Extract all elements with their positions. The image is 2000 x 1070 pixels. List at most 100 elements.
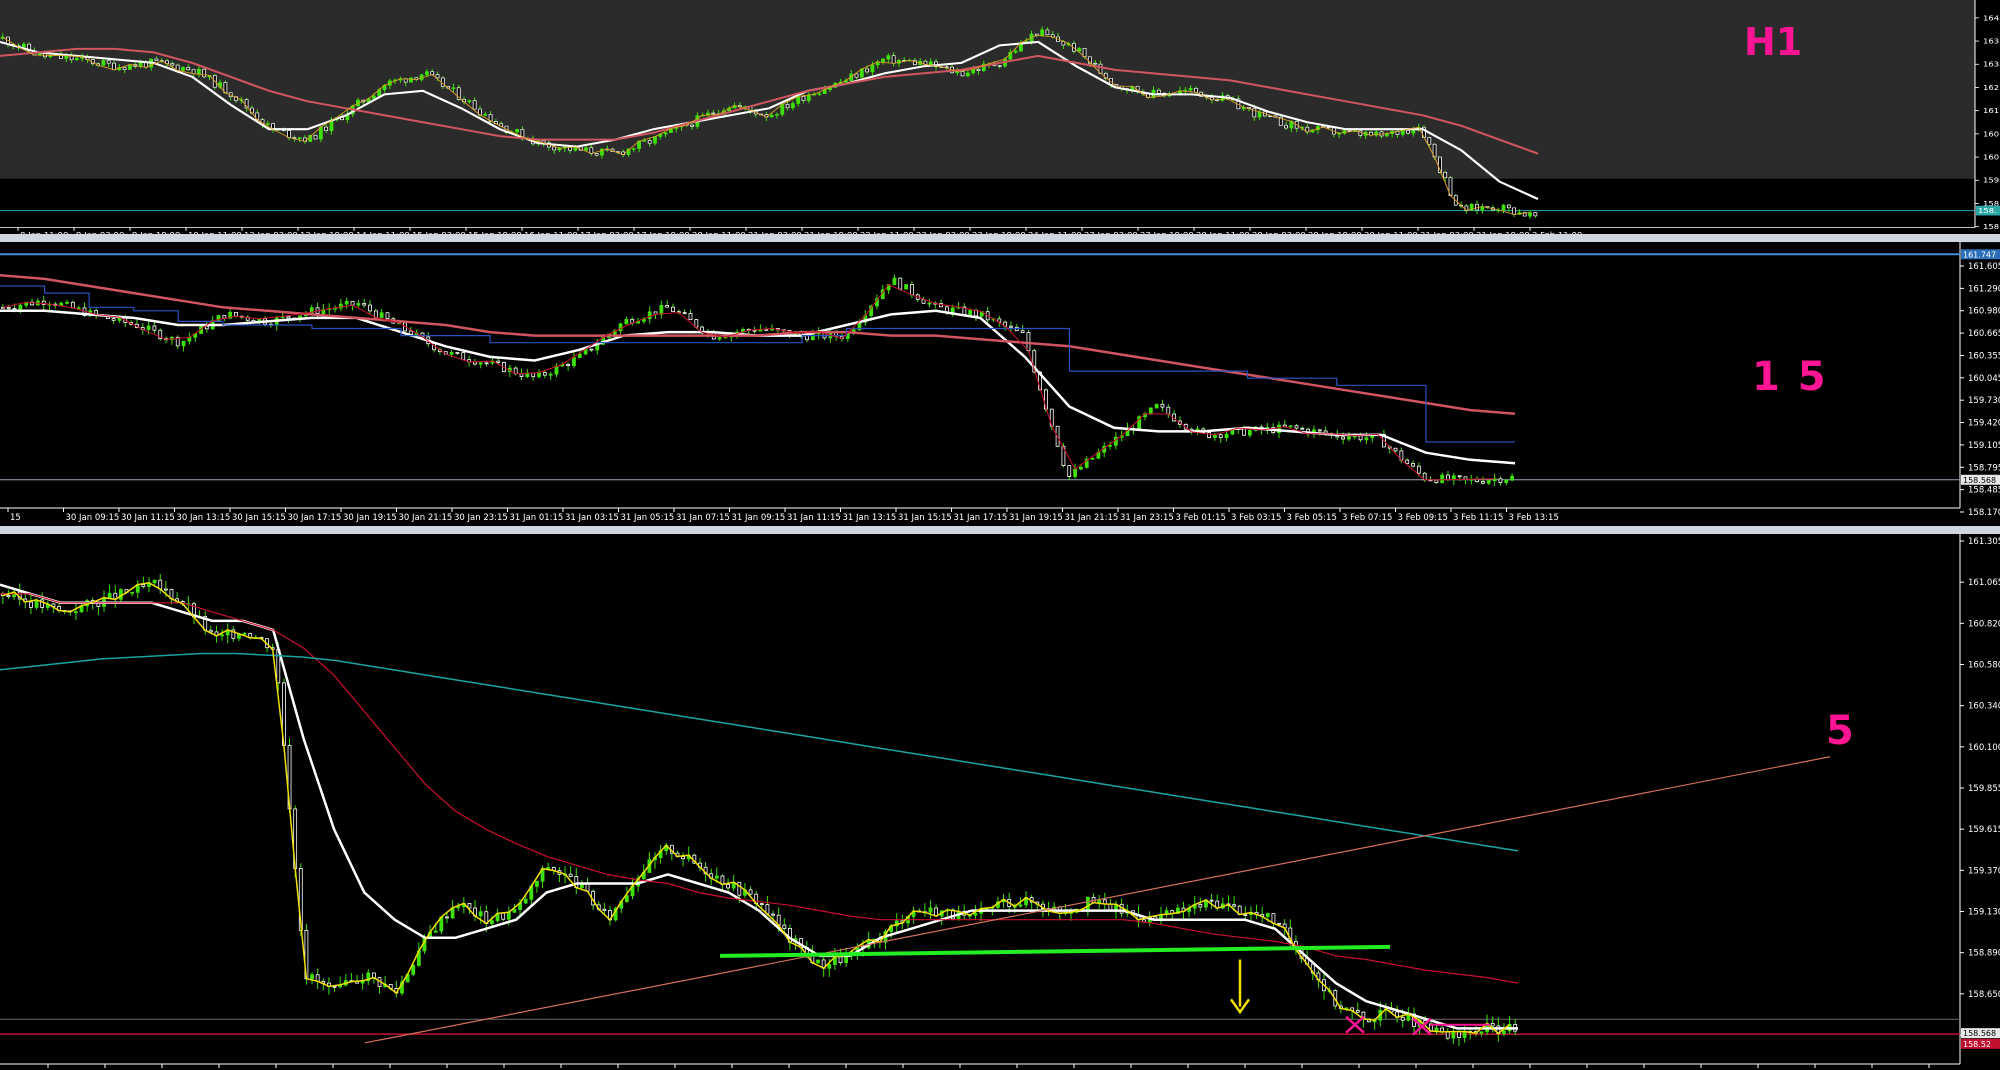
candle-bear bbox=[472, 100, 477, 110]
candle-bull bbox=[65, 301, 69, 304]
candle-bull bbox=[512, 909, 517, 913]
candle-bull bbox=[75, 57, 79, 61]
pane-separator[interactable] bbox=[0, 526, 2000, 534]
candle-bull bbox=[1040, 29, 1045, 36]
candle-bull bbox=[107, 592, 112, 599]
candle-bull bbox=[1411, 130, 1416, 134]
candle-bull bbox=[456, 906, 461, 909]
candle-bear bbox=[1400, 1016, 1405, 1021]
price-label: 160.980 bbox=[1968, 307, 2000, 317]
candle-bull bbox=[1486, 480, 1491, 484]
candle-bear bbox=[1207, 432, 1211, 438]
candle-bear bbox=[1512, 207, 1517, 215]
candle-bear bbox=[106, 60, 111, 64]
candle-bull bbox=[659, 305, 664, 315]
time-label: 3 Feb 07:15 bbox=[1342, 513, 1392, 523]
candle-bear bbox=[202, 68, 207, 78]
candle-bear bbox=[163, 588, 168, 591]
candle-bear bbox=[1481, 481, 1485, 484]
candle-bull bbox=[310, 974, 314, 980]
price-label: 161.305 bbox=[1968, 537, 2000, 547]
time-label: 30 Jan 15:15 bbox=[232, 513, 286, 523]
candle-bull bbox=[1479, 1031, 1484, 1034]
price-label: 159.130 bbox=[1968, 908, 2000, 918]
candle-bull bbox=[968, 309, 973, 316]
candle-bull bbox=[1108, 444, 1112, 447]
price-label: 160. bbox=[1983, 130, 2000, 138]
candle-bear bbox=[681, 856, 685, 860]
candle-bear bbox=[1446, 474, 1450, 481]
pane-separator[interactable] bbox=[0, 234, 2000, 242]
candle-bull bbox=[535, 880, 539, 887]
time-label: 3 Feb 13:15 bbox=[1509, 513, 1559, 523]
time-label: 31 Jan 07:15 bbox=[676, 513, 730, 523]
candle-bear bbox=[602, 908, 607, 911]
time-label: 3 Feb 03:15 bbox=[1231, 513, 1281, 523]
candle-bear bbox=[665, 305, 670, 308]
candle-bear bbox=[1067, 465, 1072, 477]
candle-bull bbox=[242, 633, 247, 635]
candle-bull bbox=[1462, 1031, 1467, 1038]
candle-bear bbox=[287, 130, 291, 138]
candle-bear bbox=[531, 372, 536, 378]
candle-bull bbox=[1510, 475, 1514, 481]
candle-bull bbox=[515, 129, 519, 133]
candle-bear bbox=[1194, 87, 1198, 93]
h1-chart-svg[interactable]: 164. 163. 163. 162. 161. 160. 160. 159. 158. 158.… bbox=[0, 0, 2000, 234]
m5-chart-pane[interactable]: 161.305 161.065 160.820 160.580 160.340 160.1… bbox=[0, 534, 2000, 1070]
candle-bear bbox=[435, 74, 440, 79]
candle-bear bbox=[496, 360, 501, 363]
candle-bear bbox=[6, 306, 11, 309]
candle-bear bbox=[111, 318, 116, 321]
candle-bull bbox=[714, 875, 719, 879]
current-price-tag-text: 158. bbox=[1978, 207, 1997, 215]
m15-chart-svg[interactable]: 161.605 161.290 160.980 160.665 160.355 160.0… bbox=[0, 242, 2000, 526]
candle-bear bbox=[368, 304, 372, 312]
candle-bull bbox=[624, 895, 629, 903]
price-label: 159. bbox=[1983, 176, 2000, 184]
candle-bull bbox=[816, 959, 820, 964]
candle-bear bbox=[688, 313, 693, 321]
candle-bull bbox=[181, 67, 185, 71]
candle-bear bbox=[332, 986, 337, 988]
candle-bull bbox=[965, 72, 970, 77]
candle-bull bbox=[101, 60, 106, 66]
h1-chart-pane[interactable]: 164. 163. 163. 162. 161. 160. 160. 159. 158. 158.… bbox=[0, 0, 2000, 234]
candle-bear bbox=[737, 881, 742, 896]
candle-bull bbox=[467, 100, 472, 103]
candle-bull bbox=[631, 148, 636, 150]
candle-bear bbox=[1457, 475, 1462, 478]
candle-bear bbox=[385, 312, 390, 320]
candle-bull bbox=[717, 337, 722, 340]
candle-bull bbox=[344, 300, 349, 305]
candle-bear bbox=[1411, 463, 1415, 467]
candle-bull bbox=[790, 103, 795, 109]
candle-bull bbox=[796, 96, 801, 104]
price-label: 161. bbox=[1983, 107, 2000, 115]
candle-bear bbox=[154, 58, 159, 61]
candle-bear bbox=[204, 325, 209, 330]
candle-bull bbox=[1502, 1030, 1506, 1034]
candle-bull bbox=[451, 87, 456, 89]
candle-bear bbox=[752, 329, 757, 332]
candle-bull bbox=[548, 373, 553, 376]
price-label: 160.820 bbox=[1968, 619, 2000, 629]
candle-bull bbox=[817, 93, 822, 95]
candle-bear bbox=[1498, 478, 1503, 484]
candle-bear bbox=[350, 300, 355, 306]
candle-bull bbox=[1501, 204, 1506, 211]
candle-bear bbox=[1277, 922, 1281, 925]
candle-bull bbox=[220, 634, 224, 637]
candle-bull bbox=[537, 372, 541, 378]
candle-bear bbox=[324, 126, 329, 131]
m15-chart-pane[interactable]: 161.605 161.290 160.980 160.665 160.355 160.0… bbox=[0, 242, 2000, 526]
candle-bear bbox=[12, 308, 17, 310]
timeframe-label-h1: H1 bbox=[1744, 20, 1803, 64]
candle-bull bbox=[379, 312, 384, 318]
price-label: 160.340 bbox=[1968, 702, 2000, 712]
candle-bear bbox=[1020, 330, 1025, 334]
time-label: 30 Jan 19:15 bbox=[343, 513, 397, 523]
candle-bear bbox=[1317, 429, 1322, 432]
price-label: 159.420 bbox=[1968, 419, 2000, 429]
m5-chart-svg[interactable]: 161.305 161.065 160.820 160.580 160.340 160.1… bbox=[0, 534, 2000, 1070]
